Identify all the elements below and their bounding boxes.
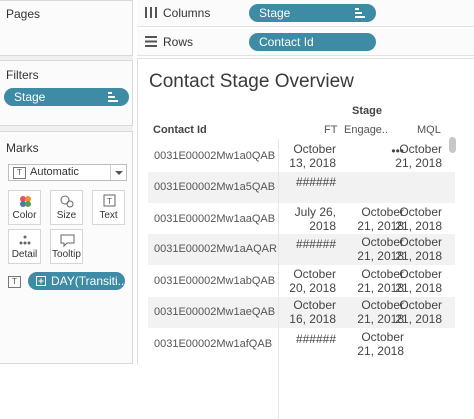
chevron-down-icon[interactable] — [110, 165, 126, 180]
filters-title: Filters — [6, 68, 39, 82]
date-cell[interactable]: October 13, 2018 — [289, 142, 336, 170]
color-palette-icon — [20, 196, 31, 207]
rows-pill-contact-id[interactable]: Contact Id — [249, 33, 376, 51]
date-cell[interactable]: October 21, 2018 — [395, 298, 442, 326]
viz-title: Contact Stage Overview — [149, 71, 354, 92]
tooltip-label: Tooltip — [52, 249, 81, 260]
contact-id-cell[interactable]: 0031E00002Mw1aaQAB — [154, 213, 275, 225]
col-header-engage: Engage.. — [344, 124, 389, 136]
text-button[interactable]: T Text — [92, 190, 125, 225]
marks-field-pill[interactable]: DAY(Transiti.. — [28, 272, 125, 290]
date-cell[interactable]: ###### — [296, 237, 336, 251]
date-cell[interactable]: ###### — [296, 175, 336, 189]
contact-id-cell[interactable]: 0031E00002Mw1aAQAR — [154, 243, 277, 255]
date-cell[interactable]: October 21, 2018 — [395, 142, 442, 170]
marks-title: Marks — [6, 141, 39, 155]
column-divider — [278, 139, 279, 419]
filters-card: Filters Stage — [0, 60, 133, 126]
detail-label: Detail — [11, 249, 38, 260]
contact-id-cell[interactable]: 0031E00002Mw1a5QAB — [154, 181, 275, 193]
date-cell[interactable]: July 26, 2018 — [295, 205, 336, 233]
rows-pill-label: Contact Id — [259, 35, 314, 49]
viz-view: Contact Stage Overview Stage Contact Id … — [137, 58, 474, 419]
date-cell[interactable]: October 21, 2018 — [395, 205, 442, 233]
date-cell[interactable]: October 21, 2018 — [395, 235, 442, 263]
date-cell[interactable]: October 16, 2018 — [289, 298, 336, 326]
pages-card: Pages — [0, 0, 133, 56]
left-panel-column: Pages Filters Stage Marks T Automatic Co… — [0, 0, 133, 364]
sort-descending-icon — [355, 8, 365, 18]
pages-title: Pages — [6, 7, 41, 21]
size-button[interactable]: Size — [50, 190, 83, 225]
mark-type-value: Automatic — [30, 166, 79, 178]
text-icon: T — [103, 194, 116, 207]
date-cell[interactable]: October 21, 2018 — [357, 330, 404, 358]
svg-text:T: T — [107, 197, 112, 206]
expand-plus-icon — [36, 276, 46, 286]
mark-type-select[interactable]: T Automatic — [8, 164, 127, 181]
filter-pill-label: Stage — [14, 90, 46, 104]
date-cell[interactable]: October 20, 2018 — [289, 267, 336, 295]
contact-id-cell[interactable]: 0031E00002Mw1afQAB — [154, 338, 272, 350]
date-cell[interactable]: ###### — [296, 332, 336, 346]
tooltip-bubble-icon — [60, 234, 75, 248]
filter-pill-stage[interactable]: Stage — [4, 88, 129, 106]
text-label: Text — [99, 210, 118, 221]
size-icon — [60, 195, 74, 208]
size-label: Size — [56, 210, 77, 221]
contact-id-header: Contact Id — [153, 124, 207, 136]
columns-shelf-label: Columns — [163, 6, 211, 20]
columns-icon — [145, 7, 157, 18]
col-header-ft: FT — [324, 124, 338, 136]
detail-button[interactable]: Detail — [8, 229, 41, 264]
columns-pill-stage[interactable]: Stage — [249, 4, 376, 22]
tooltip-button[interactable]: Tooltip — [50, 229, 83, 264]
date-cell[interactable]: October 21, 2018 — [395, 267, 442, 295]
contact-id-cell[interactable]: 0031E00002Mw1abQAB — [154, 275, 275, 287]
contact-id-cell[interactable]: 0031E00002Mw1aeQAB — [154, 306, 275, 318]
vertical-scrollbar[interactable] — [449, 137, 456, 153]
marks-field-label: DAY(Transiti.. — [51, 274, 125, 288]
col-header-mql: MQL — [417, 124, 441, 136]
color-label: Color — [12, 210, 37, 221]
sort-descending-icon — [108, 92, 118, 102]
columns-pill-label: Stage — [259, 6, 291, 20]
text-mark-icon: T — [13, 167, 26, 179]
text-mark-type-icon: T — [8, 276, 21, 288]
color-button[interactable]: Color — [8, 190, 41, 225]
columns-shelf: Columns Stage — [137, 0, 474, 27]
rows-icon — [145, 36, 157, 47]
contact-id-cell[interactable]: 0031E00002Mw1a0QAB — [154, 150, 275, 162]
rows-shelf-label: Rows — [163, 35, 194, 49]
detail-dots-icon — [19, 235, 31, 245]
stage-header: Stage — [352, 105, 382, 117]
rows-shelf: Rows Contact Id — [137, 29, 474, 56]
